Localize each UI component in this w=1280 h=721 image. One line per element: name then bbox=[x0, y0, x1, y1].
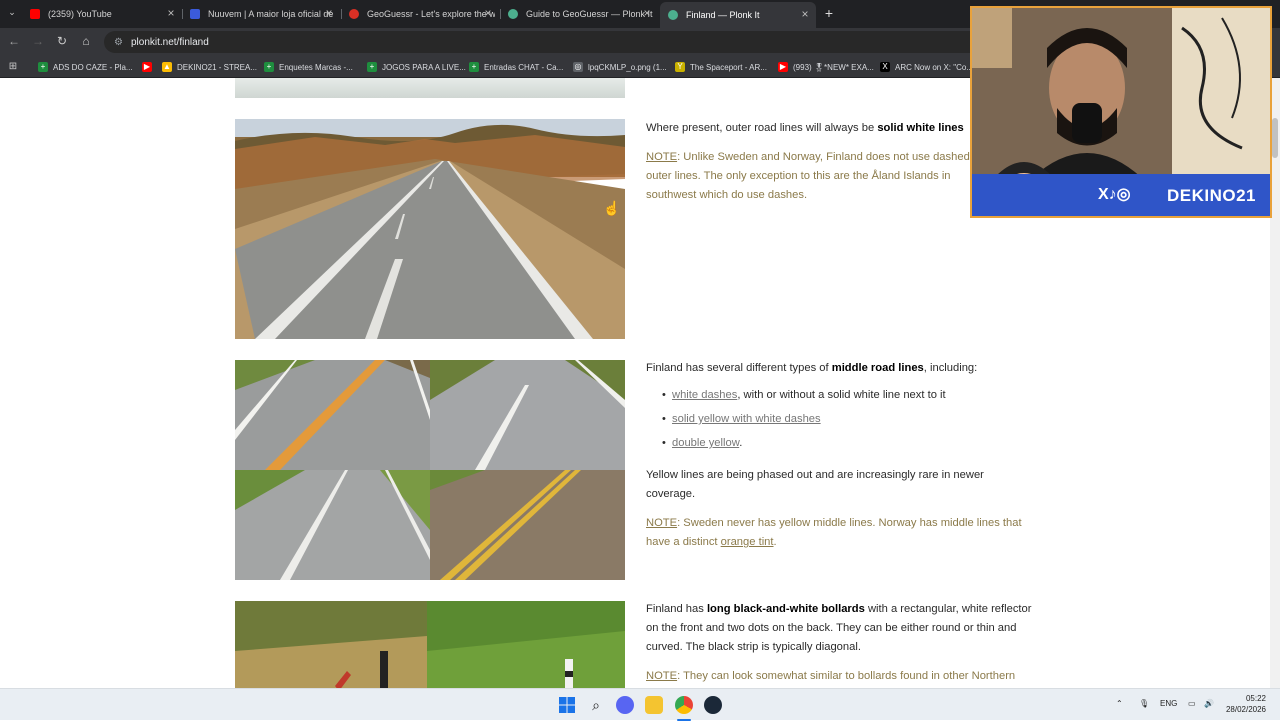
bollards-bold: long black-and-white bollards bbox=[706, 603, 865, 615]
search-icon[interactable]: ⌕ bbox=[587, 696, 605, 714]
list-item: • double yellow. bbox=[662, 437, 743, 449]
site-info-icon[interactable]: ⚙ bbox=[114, 37, 123, 48]
bookmark-item[interactable]: Y The Spaceport - AR... bbox=[675, 60, 767, 74]
middle-lines-bold: middle road lines bbox=[831, 362, 924, 374]
tab-title: Nuuvem | A maior loja oficial de bbox=[208, 9, 334, 19]
road-photo-middle-lines-collage bbox=[235, 360, 625, 580]
tab-geoguessr[interactable]: GeoGuessr - Let's explore the w × bbox=[349, 4, 495, 24]
tab-title: Guide to GeoGuessr — Plonk It bbox=[526, 9, 653, 19]
list-item: • solid yellow with white dashes bbox=[662, 413, 821, 425]
road-photo-outer-lines bbox=[235, 119, 625, 339]
youtube-icon bbox=[30, 9, 40, 19]
note-label[interactable]: NOTE bbox=[646, 151, 677, 163]
list-item: • white dashes, with or without a solid … bbox=[662, 389, 946, 401]
bookmark-item[interactable]: ▶ (993) 🎖*NEW* EXA... bbox=[778, 60, 874, 74]
plonkit-icon bbox=[668, 10, 678, 20]
spaceport-icon: Y bbox=[675, 62, 685, 72]
network-icon[interactable]: ▭ bbox=[1188, 699, 1196, 708]
language-indicator[interactable]: ENG bbox=[1160, 699, 1177, 708]
hand-cursor-icon: ☝ bbox=[603, 200, 621, 216]
double-yellow-link[interactable]: double yellow bbox=[672, 437, 739, 449]
tab-title: GeoGuessr - Let's explore the w bbox=[367, 9, 495, 19]
tab-search-icon[interactable]: ⌄ bbox=[4, 7, 20, 18]
file-explorer-icon[interactable] bbox=[645, 696, 663, 714]
bollards-paragraph: Finland has long black-and-white bollard… bbox=[646, 603, 1032, 653]
middle-lines-note: NOTE: Sweden never has yellow middle lin… bbox=[646, 517, 1022, 548]
drive-icon: ▲ bbox=[162, 62, 172, 72]
bookmark-item[interactable]: X ARC Now on X: "Co... bbox=[880, 60, 973, 74]
bookmark-item[interactable]: + Enquetes Marcas -... bbox=[264, 60, 353, 74]
date: 28/02/2026 bbox=[1225, 705, 1266, 714]
chevron-up-icon[interactable]: ⌃ bbox=[1116, 699, 1123, 708]
steam-icon[interactable] bbox=[704, 696, 722, 714]
plonkit-icon bbox=[508, 9, 518, 19]
yellow-lines-paragraph: Yellow lines are being phased out and ar… bbox=[646, 469, 984, 500]
tab-title: (2359) YouTube bbox=[48, 9, 112, 19]
url-field[interactable]: ⚙ plonkit.net/finland bbox=[104, 31, 984, 53]
bookmark-item[interactable]: ▲ DEKINO21 - STREA... bbox=[162, 60, 257, 74]
apps-icon[interactable]: ⊞ bbox=[8, 60, 23, 74]
home-icon[interactable]: ⌂ bbox=[78, 34, 94, 48]
bookmark-item[interactable]: ◎ lpqCKMLP_o.png (1... bbox=[573, 60, 667, 74]
map-pin-icon bbox=[349, 9, 359, 19]
volume-icon[interactable]: 🔊 bbox=[1204, 699, 1214, 708]
tab-separator bbox=[500, 9, 501, 19]
close-icon[interactable]: × bbox=[798, 7, 812, 21]
social-icons: X♪◎ bbox=[1098, 186, 1131, 203]
globe-icon: ◎ bbox=[573, 62, 583, 72]
note-label[interactable]: NOTE bbox=[646, 517, 677, 529]
back-icon[interactable]: ← bbox=[6, 34, 22, 48]
webcam-overlay: X♪◎ DEKINO21 bbox=[970, 6, 1272, 218]
orange-tint-link[interactable]: orange tint bbox=[721, 536, 774, 548]
white-dashes-link[interactable]: white dashes bbox=[672, 389, 737, 401]
channel-name: DEKINO21 bbox=[1166, 186, 1256, 205]
bollard-photo-collage bbox=[235, 601, 625, 688]
sheets-icon: + bbox=[469, 62, 479, 72]
sheets-icon: + bbox=[38, 62, 48, 72]
tab-guide-plonkit[interactable]: Guide to GeoGuessr — Plonk It × bbox=[508, 4, 654, 24]
note-label[interactable]: NOTE bbox=[646, 670, 677, 682]
sheets-icon: + bbox=[264, 62, 274, 72]
bookmark-item[interactable]: + JOGOS PARA A LIVE... bbox=[367, 60, 466, 74]
close-icon[interactable]: × bbox=[164, 6, 178, 20]
youtube-icon: ▶ bbox=[142, 62, 152, 72]
tab-nuuvem[interactable]: Nuuvem | A maior loja oficial de × bbox=[190, 4, 336, 24]
bookmark-item[interactable]: ▶ bbox=[142, 60, 157, 74]
close-icon[interactable]: × bbox=[640, 6, 654, 20]
windows-start-icon[interactable] bbox=[558, 696, 576, 714]
x-icon: X bbox=[880, 62, 890, 72]
microphone-icon[interactable]: 🎙 bbox=[1139, 699, 1149, 708]
bollards-note: NOTE: They can look somewhat similar to … bbox=[646, 670, 1016, 682]
outer-lines-note: NOTE: Unlike Sweden and Norway, Finland … bbox=[646, 151, 970, 201]
new-tab-icon[interactable]: + bbox=[821, 5, 837, 21]
tab-finland-plonkit[interactable]: Finland — Plonk It × bbox=[660, 2, 816, 28]
tab-separator bbox=[182, 9, 183, 19]
reload-icon[interactable]: ↻ bbox=[54, 34, 70, 48]
solid-yellow-link[interactable]: solid yellow with white dashes bbox=[672, 413, 821, 425]
nuuvem-icon bbox=[190, 9, 200, 19]
close-icon[interactable]: × bbox=[322, 6, 336, 20]
tab-separator bbox=[341, 9, 342, 19]
forward-icon[interactable]: → bbox=[30, 34, 46, 48]
tab-title: Finland — Plonk It bbox=[686, 10, 760, 20]
road-photo-partial bbox=[235, 78, 625, 98]
outer-lines-bold: solid white lines bbox=[877, 122, 964, 134]
scrollbar-thumb[interactable] bbox=[1272, 118, 1278, 158]
bookmark-item[interactable]: + ADS DO CAZE - Pla... bbox=[38, 60, 133, 74]
tab-youtube[interactable]: (2359) YouTube × bbox=[30, 4, 178, 24]
middle-lines-paragraph: Finland has several different types of m… bbox=[646, 362, 978, 374]
taskbar: ⌕ ⌃ 🎙 ENG ▭ 🔊 05:22 28/02/2026 bbox=[0, 688, 1280, 721]
bookmark-item[interactable]: + Entradas CHAT - Ca... bbox=[469, 60, 563, 74]
url-text: plonkit.net/finland bbox=[130, 36, 209, 48]
time: 05:22 bbox=[1245, 694, 1266, 703]
youtube-icon: ▶ bbox=[778, 62, 788, 72]
outer-lines-paragraph: Where present, outer road lines will alw… bbox=[646, 122, 964, 134]
discord-icon[interactable] bbox=[616, 696, 634, 714]
close-icon[interactable]: × bbox=[481, 6, 495, 20]
sheets-icon: + bbox=[367, 62, 377, 72]
system-clock[interactable]: 05:22 28/02/2026 bbox=[1226, 693, 1266, 715]
chrome-icon[interactable] bbox=[675, 696, 693, 714]
